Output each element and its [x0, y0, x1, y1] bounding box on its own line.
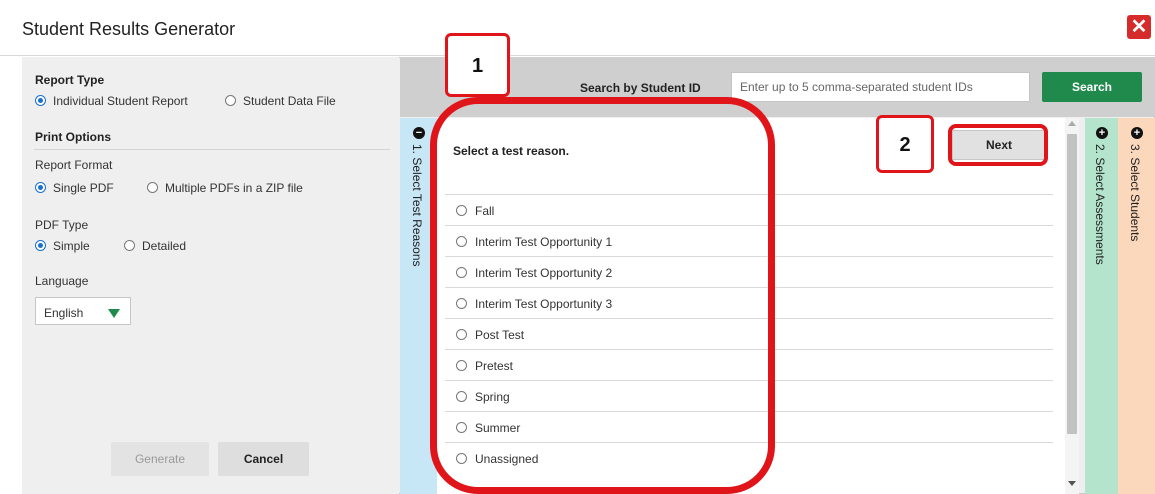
radio-label: Student Data File: [243, 94, 336, 108]
left-panel: Report Type Individual Student Report St…: [22, 57, 399, 494]
generate-button[interactable]: Generate: [111, 442, 209, 476]
cancel-button[interactable]: Cancel: [218, 442, 309, 476]
highlight-test-reasons: [430, 97, 775, 494]
expand-icon[interactable]: +: [1131, 127, 1143, 139]
search-button[interactable]: Search: [1042, 72, 1142, 102]
step-tab-select-students[interactable]: + 3. Select Students: [1118, 118, 1155, 494]
scroll-down-icon[interactable]: [1068, 481, 1076, 486]
radio-label: Individual Student Report: [53, 94, 188, 108]
language-value: English: [44, 306, 84, 320]
radio-student-data-file[interactable]: [225, 95, 236, 106]
search-label: Search by Student ID: [580, 81, 701, 95]
radio-label: Single PDF: [53, 181, 114, 195]
student-id-search-field[interactable]: [731, 72, 1030, 102]
chevron-down-icon: [108, 309, 120, 318]
scroll-up-icon[interactable]: [1068, 121, 1076, 126]
step-label: 1. Select Test Reasons: [410, 144, 424, 267]
radio-individual-student-report[interactable]: [35, 95, 46, 106]
step-label: 2. Select Assessments: [1093, 144, 1107, 265]
report-format-label: Report Format: [35, 158, 113, 172]
dialog-titlebar: Student Results Generator ✕: [0, 0, 1155, 56]
radio-label: Detailed: [142, 239, 187, 253]
callout-2: 2: [876, 115, 934, 173]
radio-multiple-pdfs-zip[interactable]: [147, 182, 158, 193]
radio-label: Simple: [53, 239, 90, 253]
student-id-search-input[interactable]: [732, 73, 1029, 101]
radio-detailed[interactable]: [124, 240, 135, 251]
collapse-icon[interactable]: −: [413, 127, 425, 139]
step-tab-select-assessments[interactable]: + 2. Select Assessments: [1085, 118, 1118, 494]
step-label: 3. Select Students: [1128, 144, 1142, 242]
print-options-heading: Print Options: [35, 130, 111, 144]
pdf-type-label: PDF Type: [35, 218, 89, 232]
callout-1: 1: [445, 33, 510, 97]
radio-simple[interactable]: [35, 240, 46, 251]
expand-icon[interactable]: +: [1096, 127, 1108, 139]
divider: [34, 149, 390, 150]
highlight-next-button: [948, 124, 1048, 166]
dialog-title: Student Results Generator: [22, 19, 236, 39]
close-button[interactable]: ✕: [1127, 15, 1151, 39]
close-icon: ✕: [1130, 16, 1148, 38]
radio-single-pdf[interactable]: [35, 182, 46, 193]
scrollbar-thumb[interactable]: [1067, 134, 1077, 434]
language-label: Language: [35, 274, 89, 288]
report-type-heading: Report Type: [35, 73, 105, 87]
language-select[interactable]: English: [35, 297, 131, 325]
scrollbar[interactable]: [1065, 118, 1079, 494]
radio-label: Multiple PDFs in a ZIP file: [165, 181, 303, 195]
